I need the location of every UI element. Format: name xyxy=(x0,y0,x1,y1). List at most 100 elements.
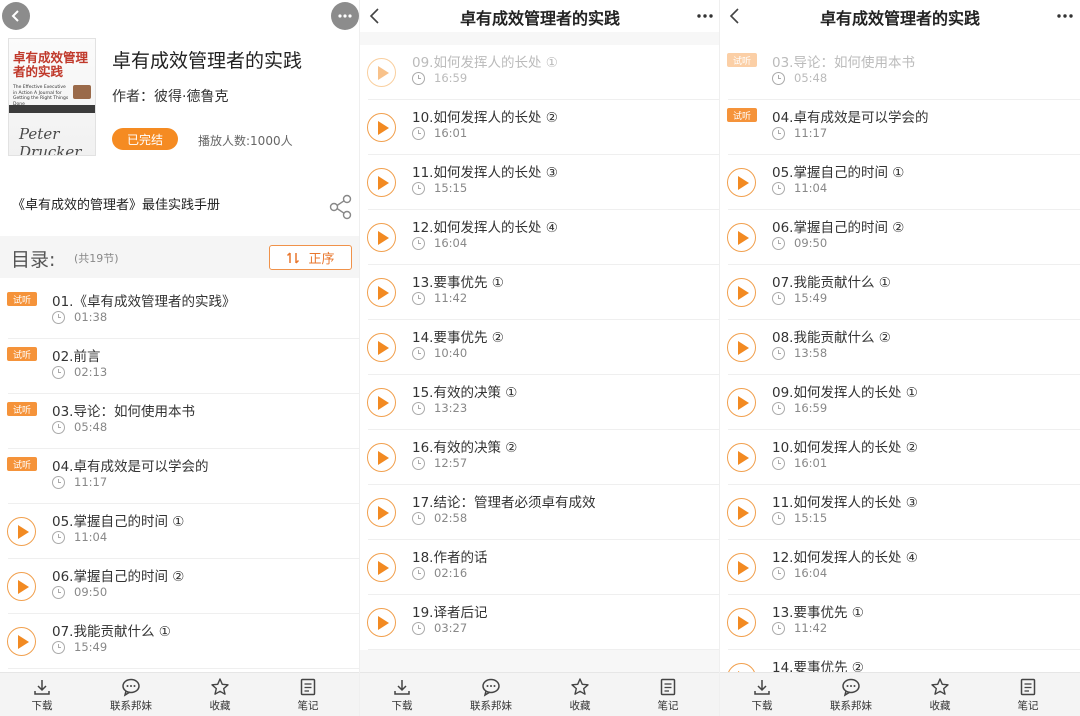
episode-title: 18.作者的话 xyxy=(412,550,488,566)
play-button[interactable] xyxy=(367,278,396,307)
episode-row[interactable]: 14.要事优先 ② 10:40 xyxy=(360,320,720,375)
bottom-bar-item-star[interactable]: 收藏 xyxy=(190,677,250,716)
back-button[interactable] xyxy=(2,2,30,30)
episode-row[interactable]: 18.作者的话 02:16 xyxy=(360,540,720,595)
play-button[interactable] xyxy=(727,278,756,307)
play-button[interactable] xyxy=(367,333,396,362)
play-button[interactable] xyxy=(367,388,396,417)
episode-duration: 02:13 xyxy=(74,365,108,379)
play-button[interactable] xyxy=(7,627,36,656)
episode-duration: 05:48 xyxy=(74,420,108,434)
play-button[interactable] xyxy=(727,553,756,582)
play-button[interactable] xyxy=(367,223,396,252)
episode-row[interactable]: 13.要事优先 ① 11:42 xyxy=(360,265,720,320)
book-title: 卓有成效管理者的实践 xyxy=(112,50,303,72)
bottom-bar-item-download[interactable]: 下载 xyxy=(732,677,792,716)
bottom-action-bar: 下载 联系邦妹 收藏 笔记 xyxy=(0,672,360,716)
episode-row[interactable]: 15.有效的决策 ① 13:23 xyxy=(360,375,720,430)
play-button[interactable] xyxy=(367,168,396,197)
bottom-bar-item-download[interactable]: 下载 xyxy=(372,677,432,716)
episode-duration: 16:59 xyxy=(794,401,828,415)
episode-duration: 16:04 xyxy=(794,566,828,580)
episode-row[interactable]: 09.如何发挥人的长处 ① 16:59 xyxy=(720,375,1080,430)
trial-badge: 试听 xyxy=(727,108,757,122)
episode-row[interactable]: 11.如何发挥人的长处 ③ 15:15 xyxy=(360,155,720,210)
play-button[interactable] xyxy=(727,223,756,252)
bottom-bar-item-note[interactable]: 笔记 xyxy=(638,677,698,716)
episode-row[interactable]: 06.掌握自己的时间 ② 09:50 xyxy=(720,210,1080,265)
play-button[interactable] xyxy=(7,517,36,546)
chat-icon xyxy=(842,678,860,697)
episode-row[interactable]: 07.我能贡献什么 ① 15:49 xyxy=(0,614,360,669)
bottom-bar-item-note[interactable]: 笔记 xyxy=(278,677,338,716)
bottom-bar-item-note[interactable]: 笔记 xyxy=(998,677,1058,716)
episode-row[interactable]: 16.有效的决策 ② 12:57 xyxy=(360,430,720,485)
more-dots-icon[interactable] xyxy=(696,13,714,19)
clock-icon xyxy=(412,127,425,140)
episode-row[interactable]: 试听 03.导论：如何使用本书 05:48 xyxy=(720,45,1080,100)
episode-row[interactable]: 05.掌握自己的时间 ① 11:04 xyxy=(0,504,360,559)
play-icon xyxy=(17,524,29,539)
sort-icon xyxy=(287,251,300,264)
bottom-bar-item-chat[interactable]: 联系邦妹 xyxy=(461,677,521,716)
episode-duration: 11:17 xyxy=(74,475,108,489)
play-button[interactable] xyxy=(367,498,396,527)
play-icon xyxy=(377,505,389,520)
more-dots-icon[interactable] xyxy=(1056,13,1074,19)
play-icon xyxy=(377,285,389,300)
play-button[interactable] xyxy=(367,58,396,87)
episode-row[interactable]: 12.如何发挥人的长处 ④ 16:04 xyxy=(360,210,720,265)
episode-row[interactable]: 试听 04.卓有成效是可以学会的 11:17 xyxy=(720,100,1080,155)
bottom-bar-item-download[interactable]: 下载 xyxy=(12,677,72,716)
share-icon[interactable] xyxy=(328,194,354,220)
book-author: 作者：彼得·德鲁克 xyxy=(112,89,229,105)
episode-row[interactable]: 10.如何发挥人的长处 ② 16:01 xyxy=(360,100,720,155)
episode-title: 12.如何发挥人的长处 ④ xyxy=(412,220,558,236)
more-button[interactable] xyxy=(331,2,359,30)
episode-duration: 11:04 xyxy=(74,530,108,544)
play-button[interactable] xyxy=(7,572,36,601)
play-count: 播放人数:1000人 xyxy=(198,134,293,148)
play-button[interactable] xyxy=(727,498,756,527)
star-icon xyxy=(931,678,949,695)
episode-row[interactable]: 11.如何发挥人的长处 ③ 15:15 xyxy=(720,485,1080,540)
clock-icon xyxy=(52,641,65,654)
play-button[interactable] xyxy=(367,113,396,142)
toc-header: 目录: (共19节) 正序 xyxy=(0,236,360,278)
episode-row[interactable]: 07.我能贡献什么 ① 15:49 xyxy=(720,265,1080,320)
nav-title: 卓有成效管理者的实践 xyxy=(459,9,620,28)
download-icon xyxy=(754,680,770,695)
episode-row[interactable]: 试听 03.导论：如何使用本书 05:48 xyxy=(0,394,360,449)
bottom-bar-item-chat[interactable]: 联系邦妹 xyxy=(101,677,161,716)
sort-order-button[interactable]: 正序 xyxy=(269,245,352,270)
episode-row[interactable]: 06.掌握自己的时间 ② 09:50 xyxy=(0,559,360,614)
episode-row[interactable]: 试听 01.《卓有成效管理者的实践》 01:38 xyxy=(0,284,360,339)
play-button[interactable] xyxy=(727,333,756,362)
play-button[interactable] xyxy=(367,608,396,637)
note-icon xyxy=(660,678,676,696)
episode-row[interactable]: 19.译者后记 03:27 xyxy=(360,595,720,650)
play-button[interactable] xyxy=(727,608,756,637)
play-button[interactable] xyxy=(367,443,396,472)
episode-row[interactable]: 09.如何发挥人的长处 ① 16:59 xyxy=(360,45,720,100)
episode-row[interactable]: 10.如何发挥人的长处 ② 16:01 xyxy=(720,430,1080,485)
bottom-action-bar: 下载 联系邦妹 收藏 笔记 xyxy=(360,672,720,716)
episode-row[interactable]: 试听 02.前言 02:13 xyxy=(0,339,360,394)
bottom-bar-item-chat[interactable]: 联系邦妹 xyxy=(821,677,881,716)
episode-row[interactable]: 05.掌握自己的时间 ① 11:04 xyxy=(720,155,1080,210)
episode-row[interactable]: 试听 04.卓有成效是可以学会的 11:17 xyxy=(0,449,360,504)
bottom-bar-item-star[interactable]: 收藏 xyxy=(550,677,610,716)
episode-duration: 13:23 xyxy=(434,401,468,415)
episode-row[interactable]: 13.要事优先 ① 11:42 xyxy=(720,595,1080,650)
bottom-bar-item-star[interactable]: 收藏 xyxy=(910,677,970,716)
play-button[interactable] xyxy=(727,168,756,197)
episode-row[interactable]: 08.我能贡献什么 ② 13:58 xyxy=(720,320,1080,375)
play-button[interactable] xyxy=(727,443,756,472)
episode-title: 19.译者后记 xyxy=(412,605,488,621)
star-icon xyxy=(571,678,589,695)
episode-row[interactable]: 17.结论：管理者必须卓有成效 02:58 xyxy=(360,485,720,540)
clock-icon xyxy=(412,402,425,415)
play-button[interactable] xyxy=(727,388,756,417)
episode-row[interactable]: 12.如何发挥人的长处 ④ 16:04 xyxy=(720,540,1080,595)
play-button[interactable] xyxy=(367,553,396,582)
